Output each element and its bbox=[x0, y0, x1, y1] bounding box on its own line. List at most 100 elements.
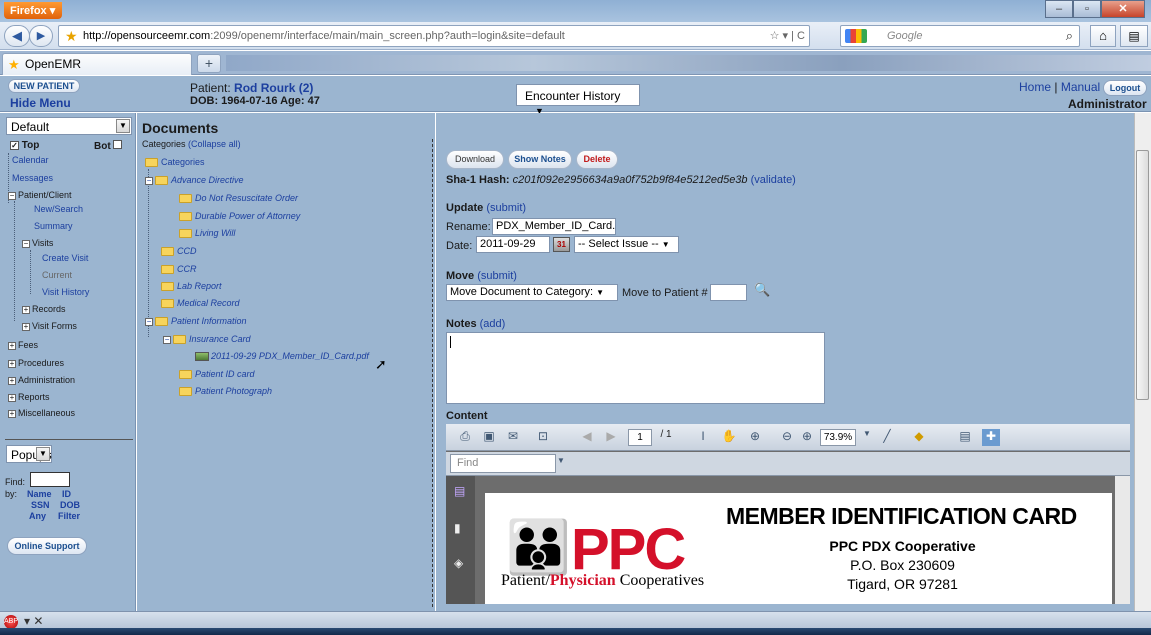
find-filter[interactable]: Filter bbox=[58, 511, 80, 521]
back-icon[interactable]: ◀ bbox=[4, 25, 30, 47]
find-by-any[interactable]: Any bbox=[29, 511, 46, 521]
tree-categories[interactable]: Categories bbox=[145, 157, 205, 168]
close-icon[interactable]: ▾ ✕ bbox=[24, 614, 43, 628]
validate-link[interactable]: (validate) bbox=[751, 174, 796, 186]
zoom-out-icon[interactable]: ⊖ bbox=[778, 429, 796, 446]
patient-name-link[interactable]: Rod Rourk (2) bbox=[234, 81, 313, 95]
popups-select[interactable]: Popups ▼ bbox=[6, 445, 52, 463]
top-checkbox[interactable]: ✓ Top bbox=[10, 140, 39, 151]
bookmark-menu-icon[interactable]: ▤ bbox=[1120, 25, 1148, 47]
encounter-history-select[interactable]: Encounter History ▼ bbox=[516, 84, 640, 116]
zoom-in-icon[interactable]: ⊕ bbox=[798, 429, 816, 446]
nav-visit-history[interactable]: Visit History bbox=[42, 287, 89, 297]
zoom-level-select[interactable]: 73.9% bbox=[820, 429, 856, 446]
collapse-all-link[interactable]: (Collapse all) bbox=[188, 139, 241, 149]
nav-reports[interactable]: + Reports bbox=[8, 392, 50, 402]
show-notes-button[interactable]: Show Notes bbox=[508, 150, 572, 169]
addon-icon[interactable]: ABP bbox=[4, 615, 18, 629]
tree-patient-photograph[interactable]: Patient Photograph bbox=[179, 386, 272, 397]
select-tool-icon[interactable]: I bbox=[694, 429, 712, 446]
tree-lab-report[interactable]: Lab Report bbox=[161, 281, 222, 292]
forward-icon[interactable]: ▶ bbox=[29, 25, 53, 47]
nav-miscellaneous[interactable]: + Miscellaneous bbox=[8, 408, 75, 418]
magnify-icon[interactable]: 🔍 bbox=[754, 282, 770, 298]
tree-advance-directive[interactable]: − Advance Directive bbox=[145, 175, 244, 186]
nav-new-search[interactable]: New/Search bbox=[34, 204, 83, 214]
view-select[interactable]: Default ▼ bbox=[6, 117, 132, 135]
download-button[interactable]: Download bbox=[446, 150, 504, 169]
manual-link[interactable]: Manual bbox=[1061, 80, 1100, 94]
chevron-down-icon[interactable]: ▼ bbox=[858, 429, 876, 446]
previous-page-icon[interactable]: ◀ bbox=[578, 429, 596, 446]
search-box[interactable]: Google ⌕ bbox=[840, 25, 1080, 47]
email-icon[interactable]: ✉ bbox=[504, 429, 522, 446]
rename-input[interactable]: PDX_Member_ID_Card. bbox=[492, 218, 616, 235]
firefox-menu-button[interactable]: Firefox ▾ bbox=[4, 2, 62, 19]
find-by-ssn[interactable]: SSN bbox=[31, 500, 50, 510]
find-by-id[interactable]: ID bbox=[62, 489, 71, 499]
online-support-button[interactable]: Online Support bbox=[7, 537, 87, 555]
restore-icon[interactable]: ▫ bbox=[1073, 0, 1101, 18]
find-input[interactable] bbox=[30, 472, 70, 487]
nav-administration[interactable]: + Administration bbox=[8, 375, 75, 385]
tree-patient-information[interactable]: − Patient Information bbox=[145, 316, 247, 327]
new-patient-button[interactable]: NEW PATIENT bbox=[8, 79, 80, 93]
find-by-dob[interactable]: DOB bbox=[60, 500, 80, 510]
highlight-icon[interactable]: ◆ bbox=[910, 429, 928, 446]
url-bar[interactable]: ★ http://opensourceemr.com:2099/openemr/… bbox=[58, 25, 810, 47]
nav-fees[interactable]: + Fees bbox=[8, 340, 38, 350]
layers-icon[interactable]: ◈ bbox=[454, 556, 467, 570]
logout-button[interactable]: Logout bbox=[1103, 80, 1147, 96]
pen-icon[interactable]: ╱ bbox=[878, 429, 896, 446]
find-by-name[interactable]: Name bbox=[27, 489, 52, 499]
search-icon[interactable]: ⌕ bbox=[1066, 28, 1073, 44]
date-input[interactable]: 2011-09-29 bbox=[476, 236, 550, 253]
nav-current[interactable]: Current bbox=[42, 270, 72, 280]
hide-menu-link[interactable]: Hide Menu bbox=[10, 96, 71, 110]
delete-button[interactable]: Delete bbox=[576, 150, 618, 169]
nav-records[interactable]: + Records bbox=[22, 304, 66, 314]
close-window-icon[interactable]: ✕ bbox=[1101, 0, 1145, 18]
calendar-icon[interactable]: 31 bbox=[553, 237, 570, 252]
issue-select[interactable]: -- Select Issue -- ▼ bbox=[574, 236, 679, 253]
next-page-icon[interactable]: ▶ bbox=[602, 429, 620, 446]
url-text[interactable]: http://opensourceemr.com:2099/openemr/in… bbox=[83, 30, 565, 42]
nav-create-visit[interactable]: Create Visit bbox=[42, 253, 88, 263]
tree-insurance-card[interactable]: − Insurance Card bbox=[163, 334, 251, 345]
patient-number-input[interactable] bbox=[710, 284, 747, 301]
chevron-down-icon[interactable]: ▼ bbox=[552, 456, 570, 473]
tree-dnr[interactable]: Do Not Resuscitate Order bbox=[179, 193, 298, 204]
fullscreen-icon[interactable]: ✚ bbox=[982, 429, 1000, 446]
home-link[interactable]: Home bbox=[1019, 80, 1051, 94]
tree-ccd[interactable]: CCD bbox=[161, 246, 197, 257]
hand-icon[interactable]: ✋ bbox=[720, 429, 738, 446]
page-number-input[interactable]: 1 bbox=[628, 429, 652, 446]
star-icon[interactable]: ★ bbox=[65, 28, 78, 45]
save-icon[interactable]: ▣ bbox=[480, 429, 498, 446]
refresh-icon[interactable]: ☆ ▾ | C bbox=[770, 29, 805, 42]
pdf-find-input[interactable]: Find bbox=[450, 454, 556, 473]
thumbnail-icon[interactable]: ▤ bbox=[454, 484, 467, 498]
tree-living-will[interactable]: Living Will bbox=[179, 228, 235, 239]
new-tab-button[interactable]: + bbox=[197, 54, 221, 73]
notes-textarea[interactable] bbox=[446, 332, 825, 404]
notes-add-link[interactable]: (add) bbox=[480, 318, 506, 330]
update-submit-link[interactable]: (submit) bbox=[486, 202, 526, 214]
home-icon[interactable]: ⌂ bbox=[1090, 25, 1116, 47]
tree-medical-record[interactable]: Medical Record bbox=[161, 298, 240, 309]
tab-openemr[interactable]: ★ OpenEMR bbox=[2, 53, 192, 75]
tree-ccr[interactable]: CCR bbox=[161, 264, 197, 275]
bot-checkbox[interactable]: Bot bbox=[94, 140, 123, 152]
fit-page-icon[interactable]: ▤ bbox=[956, 429, 974, 446]
page-scrollbar-thumb[interactable] bbox=[1136, 150, 1149, 400]
tree-patient-id-card[interactable]: Patient ID card bbox=[179, 369, 255, 380]
print-icon[interactable]: ⎙ bbox=[456, 429, 474, 446]
nav-patient-client[interactable]: − Patient/Client bbox=[8, 190, 72, 200]
pdf-scrollbar[interactable] bbox=[1115, 476, 1130, 604]
nav-summary[interactable]: Summary bbox=[34, 221, 73, 231]
nav-calendar[interactable]: Calendar bbox=[12, 155, 49, 165]
nav-messages[interactable]: Messages bbox=[12, 173, 53, 183]
attachment-icon[interactable]: ▮ bbox=[454, 521, 467, 535]
nav-visit-forms[interactable]: + Visit Forms bbox=[22, 321, 77, 331]
nav-procedures[interactable]: + Procedures bbox=[8, 358, 64, 368]
